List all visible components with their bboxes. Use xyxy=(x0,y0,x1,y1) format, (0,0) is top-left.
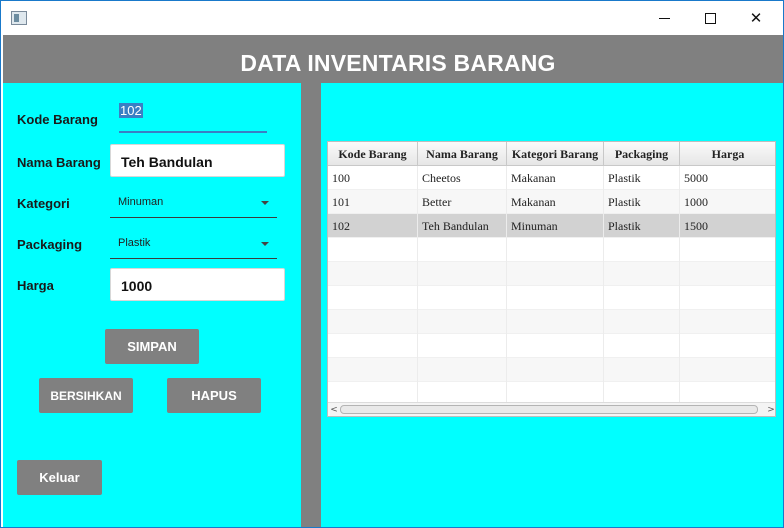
bersihkan-button[interactable]: BERSIHKAN xyxy=(39,378,133,413)
column-header-harga[interactable]: Harga xyxy=(680,142,775,166)
app-icon xyxy=(11,11,27,25)
column-header-packaging[interactable]: Packaging xyxy=(604,142,680,166)
app-window: ✕ DATA INVENTARIS BARANG Kode Barang 102… xyxy=(0,0,784,528)
kategori-combobox[interactable]: Minuman xyxy=(110,184,277,218)
cell-nama: Cheetos xyxy=(418,166,507,190)
cell-kategori: Minuman xyxy=(507,214,604,238)
maximize-icon xyxy=(704,12,716,24)
packaging-value: Plastik xyxy=(118,237,151,249)
scrollbar-thumb[interactable] xyxy=(340,405,758,414)
form-panel: Kode Barang 102 Nama Barang Teh Bandulan… xyxy=(3,83,301,527)
scroll-right-icon[interactable]: > xyxy=(766,404,775,416)
empty-row xyxy=(328,262,775,286)
table-row[interactable]: 101 Better Makanan Plastik 1000 xyxy=(328,190,775,214)
page-title: DATA INVENTARIS BARANG xyxy=(240,49,556,76)
empty-row xyxy=(328,358,775,382)
empty-row xyxy=(328,286,775,310)
table-header: Kode Barang Nama Barang Kategori Barang … xyxy=(328,142,775,166)
empty-row xyxy=(328,310,775,334)
scroll-left-icon[interactable]: < xyxy=(329,404,339,416)
column-header-kode[interactable]: Kode Barang xyxy=(328,142,418,166)
cell-nama: Teh Bandulan xyxy=(418,214,507,238)
harga-label: Harga xyxy=(17,278,54,293)
nama-barang-label: Nama Barang xyxy=(17,155,101,170)
maximize-button[interactable] xyxy=(687,1,733,35)
cell-kategori: Makanan xyxy=(507,190,604,214)
header-band: DATA INVENTARIS BARANG xyxy=(3,35,783,83)
column-header-kategori[interactable]: Kategori Barang xyxy=(507,142,604,166)
title-bar[interactable]: ✕ xyxy=(1,1,783,35)
cell-harga: 5000 xyxy=(680,166,775,190)
chevron-down-icon xyxy=(261,201,269,205)
cell-kode: 101 xyxy=(328,190,418,214)
nama-barang-input[interactable]: Teh Bandulan xyxy=(110,144,285,177)
cell-packaging: Plastik xyxy=(604,214,680,238)
cell-harga: 1000 xyxy=(680,190,775,214)
packaging-combobox[interactable]: Plastik xyxy=(110,225,277,259)
chevron-down-icon xyxy=(261,242,269,246)
close-icon: ✕ xyxy=(749,9,763,27)
kategori-value: Minuman xyxy=(118,196,164,208)
hapus-button[interactable]: HAPUS xyxy=(167,378,261,413)
packaging-label: Packaging xyxy=(17,237,83,252)
kategori-label: Kategori xyxy=(17,196,70,211)
horizontal-scrollbar[interactable]: < > xyxy=(328,402,775,416)
table-row-selected[interactable]: 102 Teh Bandulan Minuman Plastik 1500 xyxy=(328,214,775,238)
cell-kode: 100 xyxy=(328,166,418,190)
minimize-button[interactable] xyxy=(641,1,687,35)
kode-barang-value: 102 xyxy=(119,103,143,118)
cell-harga: 1500 xyxy=(680,214,775,238)
close-button[interactable]: ✕ xyxy=(733,1,779,35)
simpan-button[interactable]: SIMPAN xyxy=(105,329,199,364)
empty-row xyxy=(328,334,775,358)
empty-row xyxy=(328,238,775,262)
cell-packaging: Plastik xyxy=(604,190,680,214)
table-row[interactable]: 100 Cheetos Makanan Plastik 5000 xyxy=(328,166,775,190)
panel-divider xyxy=(301,83,321,527)
cell-kode: 102 xyxy=(328,214,418,238)
kode-barang-input[interactable]: 102 xyxy=(119,101,267,133)
column-header-nama[interactable]: Nama Barang xyxy=(418,142,507,166)
table-panel: Kode Barang Nama Barang Kategori Barang … xyxy=(321,83,783,527)
cell-kategori: Makanan xyxy=(507,166,604,190)
inventory-table[interactable]: Kode Barang Nama Barang Kategori Barang … xyxy=(327,141,776,417)
minimize-icon xyxy=(658,17,670,19)
kode-barang-label: Kode Barang xyxy=(17,112,98,127)
keluar-button[interactable]: Keluar xyxy=(17,460,102,495)
cell-packaging: Plastik xyxy=(604,166,680,190)
cell-nama: Better xyxy=(418,190,507,214)
harga-input[interactable]: 1000 xyxy=(110,268,285,301)
